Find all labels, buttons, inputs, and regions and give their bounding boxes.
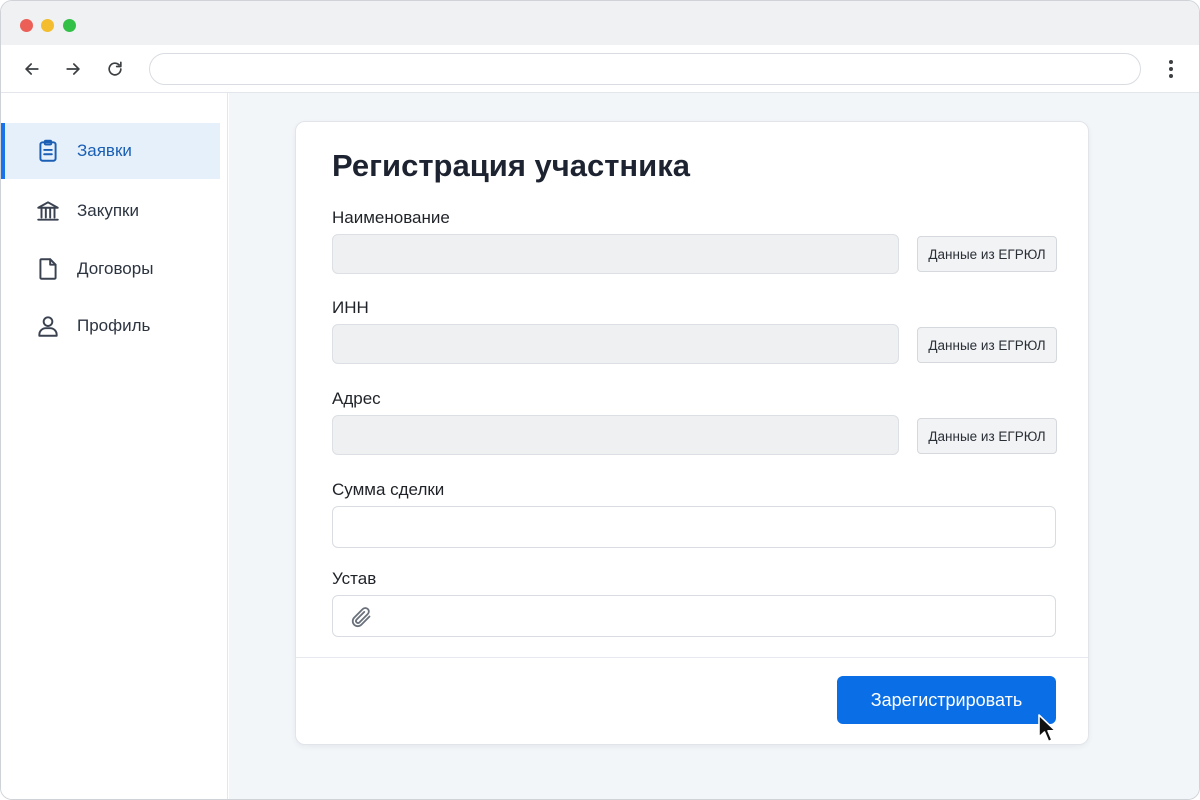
address-bar[interactable] bbox=[149, 53, 1141, 85]
main-content: Регистрация участника Наименование Данны… bbox=[229, 93, 1199, 799]
address-input bbox=[332, 415, 899, 455]
deal-amount-input[interactable] bbox=[333, 507, 1055, 547]
name-input bbox=[332, 234, 899, 274]
deal-amount-field-label: Сумма сделки bbox=[332, 480, 445, 499]
clipboard-icon bbox=[35, 138, 61, 164]
url-input[interactable] bbox=[150, 54, 1140, 84]
browser-window: Заявки Закупки Договоры Профиль Регистра… bbox=[0, 0, 1200, 800]
sidebar-item-label: Профиль bbox=[77, 316, 151, 335]
browser-toolbar bbox=[1, 45, 1199, 93]
inn-input bbox=[332, 324, 899, 364]
user-icon bbox=[35, 313, 61, 339]
sidebar: Заявки Закупки Договоры Профиль bbox=[1, 93, 228, 799]
forward-button[interactable] bbox=[61, 57, 85, 81]
arrow-left-icon bbox=[25, 63, 39, 75]
reload-button[interactable] bbox=[103, 57, 127, 81]
reload-icon bbox=[108, 61, 122, 76]
sidebar-item-label: Договоры bbox=[77, 259, 154, 278]
name-egrul-button[interactable]: Данные из ЕГРЮЛ bbox=[917, 236, 1057, 272]
kebab-menu-icon bbox=[1169, 60, 1173, 78]
sidebar-item-purchases[interactable]: Закупки bbox=[1, 183, 220, 239]
form-title: Регистрация участника bbox=[332, 148, 690, 183]
sidebar-item-profile[interactable]: Профиль bbox=[1, 298, 220, 354]
inn-field-label: ИНН bbox=[332, 298, 369, 317]
name-field-label: Наименование bbox=[332, 208, 450, 227]
sidebar-item-label: Заявки bbox=[77, 141, 132, 160]
registration-form-card: Регистрация участника Наименование Данны… bbox=[295, 121, 1089, 745]
minimize-window-button[interactable] bbox=[41, 19, 54, 32]
back-button[interactable] bbox=[20, 57, 44, 81]
form-footer-divider bbox=[296, 657, 1088, 658]
charter-field-label: Устав bbox=[332, 569, 377, 588]
arrow-right-icon bbox=[66, 63, 80, 75]
inn-egrul-button[interactable]: Данные из ЕГРЮЛ bbox=[917, 327, 1057, 363]
sidebar-item-requests[interactable]: Заявки bbox=[1, 123, 220, 179]
document-icon bbox=[35, 256, 61, 282]
sidebar-item-contracts[interactable]: Договоры bbox=[1, 241, 220, 297]
charter-file-field[interactable] bbox=[332, 595, 1056, 637]
title-bar bbox=[1, 1, 1199, 45]
sidebar-item-label: Закупки bbox=[77, 201, 139, 220]
maximize-window-button[interactable] bbox=[63, 19, 76, 32]
paperclip-icon[interactable] bbox=[349, 605, 373, 629]
address-egrul-button[interactable]: Данные из ЕГРЮЛ bbox=[917, 418, 1057, 454]
register-button[interactable]: Зарегистрировать bbox=[837, 676, 1056, 724]
browser-menu-button[interactable] bbox=[1161, 57, 1181, 81]
address-field-label: Адрес bbox=[332, 389, 381, 408]
deal-amount-field[interactable] bbox=[332, 506, 1056, 548]
bank-icon bbox=[35, 198, 61, 224]
close-window-button[interactable] bbox=[20, 19, 33, 32]
